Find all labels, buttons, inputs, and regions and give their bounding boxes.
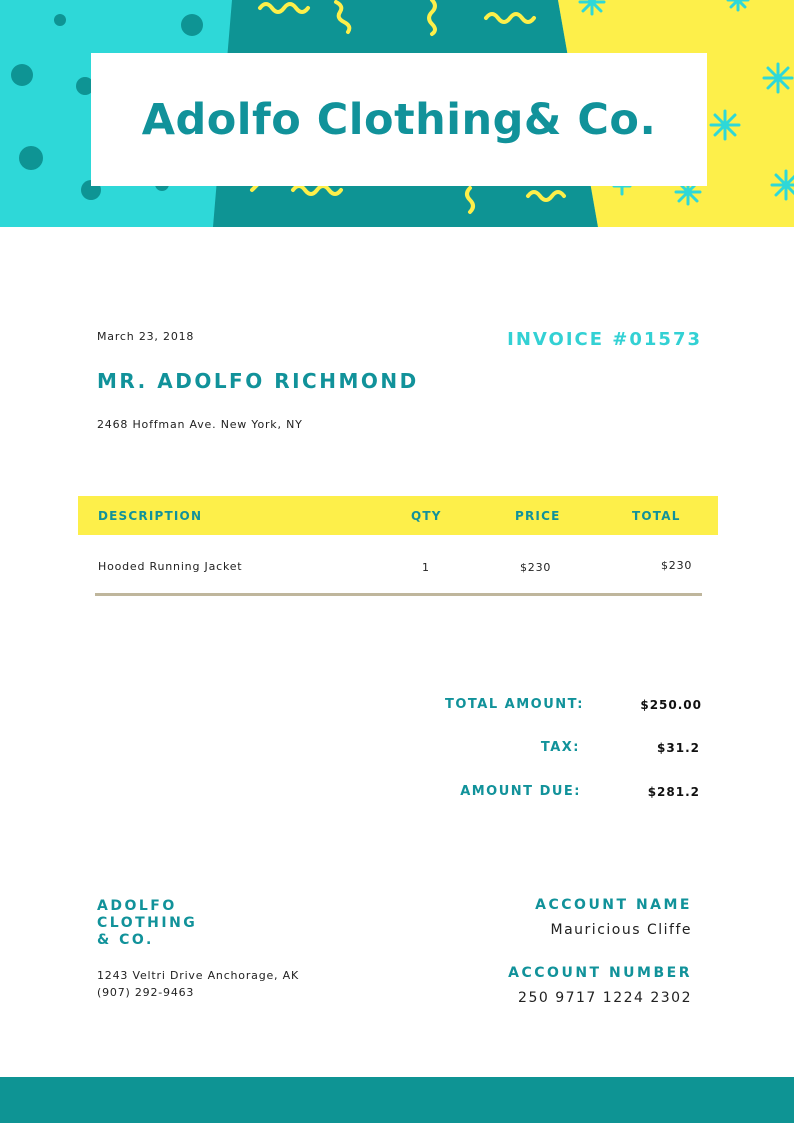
account-name-value: Mauricious Cliffe bbox=[550, 922, 692, 938]
column-header-total: TOTAL bbox=[632, 509, 681, 523]
amount-due-value: $281.2 bbox=[647, 785, 700, 799]
company-name-line1: ADOLFO bbox=[97, 898, 177, 914]
tax-value: $31.2 bbox=[657, 741, 700, 755]
total-amount-label: TOTAL AMOUNT: bbox=[445, 697, 584, 712]
row-qty: 1 bbox=[422, 561, 430, 574]
client-address: 2468 Hoffman Ave. New York, NY bbox=[97, 418, 303, 431]
footer-bar bbox=[0, 1077, 794, 1123]
header-banner: Adolfo Clothing& Co. bbox=[0, 0, 794, 227]
account-number-label: ACCOUNT NUMBER bbox=[508, 965, 692, 981]
company-name-line2: CLOTHING bbox=[97, 915, 198, 931]
total-amount-value: $250.00 bbox=[640, 698, 702, 712]
invoice-number: INVOICE #01573 bbox=[507, 329, 702, 350]
account-number-value: 250 9717 1224 2302 bbox=[518, 990, 692, 1006]
company-address: 1243 Veltri Drive Anchorage, AK bbox=[97, 969, 299, 982]
row-total: $230 bbox=[661, 559, 693, 572]
company-name-line3: & CO. bbox=[97, 932, 154, 948]
row-price: $230 bbox=[520, 561, 552, 574]
row-description: Hooded Running Jacket bbox=[98, 560, 243, 573]
tax-label: TAX: bbox=[540, 740, 580, 755]
column-header-qty: QTY bbox=[411, 509, 442, 523]
company-name-block: ADOLFO CLOTHING & CO. bbox=[97, 898, 257, 949]
column-header-description: DESCRIPTION bbox=[98, 509, 203, 523]
invoice-date: March 23, 2018 bbox=[97, 330, 195, 343]
table-header: DESCRIPTION QTY PRICE TOTAL bbox=[78, 496, 718, 535]
client-name: MR. ADOLFO RICHMOND bbox=[97, 369, 419, 393]
company-title: Adolfo Clothing& Co. bbox=[141, 94, 657, 145]
title-box: Adolfo Clothing& Co. bbox=[91, 53, 707, 186]
company-phone: (907) 292-9463 bbox=[97, 986, 195, 999]
account-name-label: ACCOUNT NAME bbox=[535, 897, 692, 913]
column-header-price: PRICE bbox=[515, 509, 561, 523]
amount-due-label: AMOUNT DUE: bbox=[460, 784, 581, 799]
table-divider bbox=[95, 593, 702, 596]
